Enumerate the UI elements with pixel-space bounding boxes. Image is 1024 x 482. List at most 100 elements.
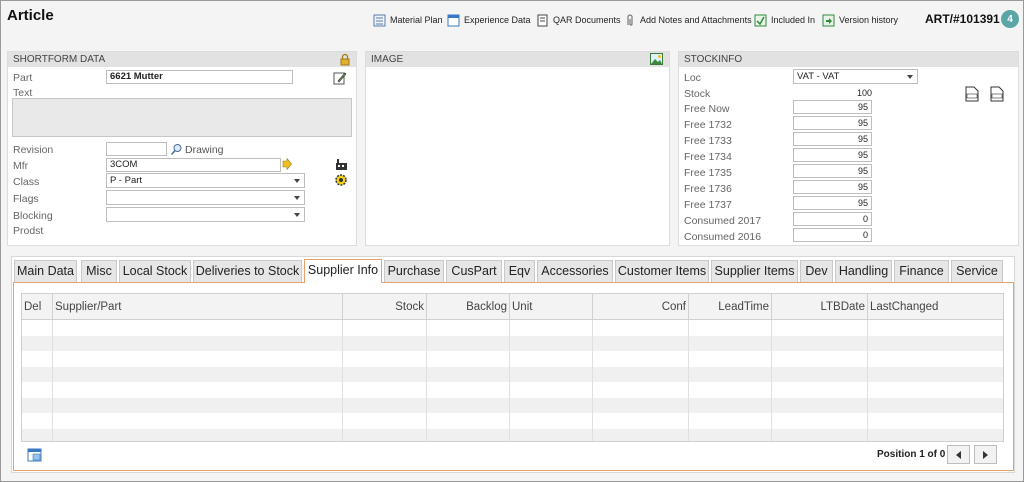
stock-row-label: Free 1737 (684, 199, 732, 211)
stock-row-value[interactable]: 95 (793, 164, 872, 178)
included-in-button[interactable]: Included In (754, 12, 815, 28)
tab-misc[interactable]: Misc (81, 260, 117, 282)
part-label: Part (13, 72, 33, 84)
stock-row-label: Consumed 2017 (684, 215, 762, 227)
stock-row-label: Free 1733 (684, 135, 732, 147)
experience-data-icon (447, 14, 460, 27)
pdf-document-icon[interactable] (965, 86, 979, 105)
class-select[interactable]: P - Part (106, 173, 305, 188)
stockinfo-heading-text: STOCKINFO (684, 54, 743, 65)
material-plan-label: Material Plan (390, 15, 443, 25)
included-in-label: Included In (771, 15, 816, 25)
stock-row-value[interactable]: 95 (793, 148, 872, 162)
stock-row-value[interactable]: 95 (793, 132, 872, 146)
shortform-heading-text: SHORTFORM DATA (13, 54, 106, 65)
paperclip-icon (623, 13, 636, 27)
tab-supplier-items[interactable]: Supplier Items (711, 260, 798, 282)
stock-row-label: Free 1736 (684, 183, 732, 195)
stock-row-value[interactable]: 95 (793, 100, 872, 114)
stock-row-value[interactable]: 0 (793, 212, 872, 226)
flags-label: Flags (13, 193, 39, 205)
class-label: Class (13, 176, 40, 188)
factory-icon[interactable] (335, 158, 348, 174)
add-notes-button[interactable]: Add Notes and Attachments (623, 12, 752, 28)
article-window: Article Material Plan Experience Data QA… (0, 0, 1024, 482)
grid-column-line (593, 320, 689, 441)
chevron-left-icon (956, 450, 961, 459)
tab-cuspart[interactable]: CusPart (446, 260, 502, 282)
grid-column-line (772, 320, 868, 441)
qar-documents-label: QAR Documents (553, 15, 621, 25)
mfr-label: Mfr (13, 160, 29, 172)
tab-dev[interactable]: Dev (800, 260, 833, 282)
mfr-input[interactable]: 3COM (106, 158, 281, 172)
column-header-supplier-part[interactable]: Supplier/Part (53, 294, 343, 320)
column-header-lastchanged[interactable]: LastChanged (868, 294, 1003, 320)
blocking-label: Blocking (13, 210, 53, 222)
tab-main-data[interactable]: Main Data (14, 260, 77, 282)
stock-row-label: Free 1735 (684, 167, 732, 179)
loc-label: Loc (684, 72, 701, 84)
version-history-label: Version history (839, 15, 899, 25)
image-heading: IMAGE (366, 52, 669, 67)
chevron-down-icon (294, 213, 300, 217)
grid-column-line (343, 320, 427, 441)
tab-customer-items[interactable]: Customer Items (615, 260, 709, 282)
qar-documents-button[interactable]: QAR Documents (536, 12, 621, 28)
tab-service[interactable]: Service (951, 260, 1003, 282)
class-select-value: P - Part (110, 175, 143, 186)
stockinfo-heading: STOCKINFO (679, 52, 1018, 67)
article-count-badge: 4 (1001, 10, 1019, 28)
grid-column-line (689, 320, 772, 441)
flags-select[interactable] (106, 190, 305, 205)
loc-select[interactable]: VAT - VAT (793, 69, 918, 84)
column-header-ltbdate[interactable]: LTBDate (772, 294, 868, 320)
next-page-button[interactable] (974, 445, 997, 464)
picture-icon[interactable] (650, 53, 663, 70)
stock-row-value[interactable]: 95 (793, 180, 872, 194)
qar-document-icon[interactable] (990, 86, 1004, 105)
chevron-down-icon (907, 75, 913, 79)
stock-label: Stock (684, 88, 711, 100)
search-icon[interactable] (170, 143, 183, 159)
chevron-right-icon (983, 450, 988, 459)
column-header-conf[interactable]: Conf (593, 294, 689, 320)
export-grid-icon[interactable] (27, 448, 42, 465)
material-plan-button[interactable]: Material Plan (373, 12, 443, 28)
included-in-icon (754, 14, 767, 27)
tab-local-stock[interactable]: Local Stock (119, 260, 191, 282)
edit-icon[interactable] (333, 71, 347, 88)
arrow-right-icon[interactable] (282, 157, 292, 173)
column-header-stock[interactable]: Stock (343, 294, 427, 320)
stock-row-label: Free 1734 (684, 151, 732, 163)
prev-page-button[interactable] (947, 445, 970, 464)
part-input[interactable]: 6621 Mutter (106, 70, 293, 84)
version-history-button[interactable]: Version history (822, 12, 898, 28)
prodst-label: Prodst (13, 225, 44, 237)
revision-input[interactable] (106, 142, 167, 156)
tab-deliveries-to-stock[interactable]: Deliveries to Stock (193, 260, 302, 282)
column-header-unit[interactable]: Unit (510, 294, 593, 320)
column-header-del[interactable]: Del (22, 294, 53, 320)
image-heading-text: IMAGE (371, 54, 404, 65)
column-header-leadtime[interactable]: LeadTime (689, 294, 772, 320)
tab-accessories[interactable]: Accessories (537, 260, 613, 282)
stock-row-value[interactable]: 0 (793, 228, 872, 242)
experience-data-button[interactable]: Experience Data (447, 12, 531, 28)
tab-finance[interactable]: Finance (894, 260, 949, 282)
stock-row-label: Free Now (684, 103, 730, 115)
grid-column-line (53, 320, 343, 441)
lock-icon[interactable] (340, 53, 350, 71)
drawing-link[interactable]: Drawing (185, 144, 224, 156)
stock-row-value[interactable]: 95 (793, 196, 872, 210)
supplier-grid: Del Supplier/Part Stock Backlog Unit Con… (21, 293, 1004, 442)
tab-handling[interactable]: Handling (835, 260, 892, 282)
column-header-backlog[interactable]: Backlog (427, 294, 510, 320)
tab-supplier-info[interactable]: Supplier Info (304, 259, 382, 283)
tab-purchase[interactable]: Purchase (384, 260, 444, 282)
stock-row-value[interactable]: 95 (793, 116, 872, 130)
blocking-select[interactable] (106, 207, 305, 222)
text-area[interactable] (12, 98, 352, 137)
gear-icon[interactable] (334, 173, 348, 190)
tab-eqv[interactable]: Eqv (504, 260, 535, 282)
